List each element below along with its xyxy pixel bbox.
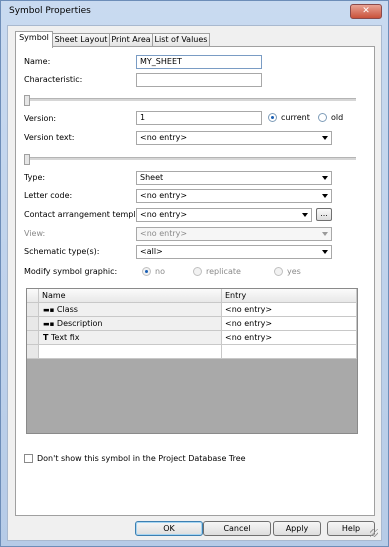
attribute-icon: ▬▪ <box>43 320 55 328</box>
dialog-window: Symbol Properties ✕ Symbol Sheet Layout … <box>0 0 389 547</box>
hide-in-tree-checkbox[interactable] <box>24 454 33 463</box>
modify-yes-label: yes <box>287 267 301 276</box>
table-row[interactable]: ▬▪ Class <no entry> <box>27 303 357 317</box>
table-row[interactable]: T Text fix <no entry> <box>27 331 357 345</box>
name-label: Name: <box>24 57 51 66</box>
separator-slider-2[interactable] <box>24 154 356 165</box>
row-name-cell[interactable]: T Text fix <box>39 331 222 345</box>
version-current-radio[interactable] <box>268 113 277 122</box>
row-name-text: Class <box>56 305 78 314</box>
dialog-client-area: Symbol Sheet Layout Print Area List of V… <box>7 25 382 541</box>
text-icon: T <box>43 333 49 342</box>
grid-corner-cell <box>27 289 39 303</box>
version-field[interactable]: 1 <box>136 111 262 125</box>
row-name-cell[interactable]: ▬▪ Class <box>39 303 222 317</box>
tab-print-area[interactable]: Print Area <box>109 33 153 47</box>
resize-grip-icon[interactable] <box>370 529 378 537</box>
slider-thumb-2[interactable] <box>24 154 30 165</box>
row-entry-cell[interactable]: <no entry> <box>222 303 357 317</box>
schematic-types-dropdown[interactable]: <all> <box>136 245 332 259</box>
row-selector[interactable] <box>27 303 39 317</box>
letter-code-value: <no entry> <box>140 191 188 200</box>
browse-template-button[interactable]: ... <box>316 208 332 221</box>
type-value: Sheet <box>140 173 164 182</box>
title-bar[interactable]: Symbol Properties ✕ <box>1 1 388 21</box>
version-text-value: <no entry> <box>140 133 188 142</box>
ok-button[interactable]: OK <box>135 521 203 536</box>
view-dropdown[interactable]: <no entry> <box>136 227 332 241</box>
grid-header-row: Name Entry <box>27 289 357 303</box>
window-title: Symbol Properties <box>9 6 91 16</box>
table-row[interactable] <box>27 345 357 359</box>
close-button[interactable]: ✕ <box>350 4 382 19</box>
row-selector[interactable] <box>27 345 39 359</box>
column-header-name[interactable]: Name <box>39 289 222 303</box>
version-current-label: current <box>281 113 310 122</box>
row-entry-cell[interactable]: <no entry> <box>222 331 357 345</box>
hide-in-tree-label: Don't show this symbol in the Project Da… <box>37 454 246 463</box>
properties-grid[interactable]: Name Entry ▬▪ Class <no entry> ▬▪ Descri… <box>26 288 358 434</box>
contact-template-value: <no entry> <box>140 210 188 219</box>
chevron-down-icon <box>322 194 328 198</box>
modify-graphic-label: Modify symbol graphic: <box>24 267 118 276</box>
modify-yes-radio[interactable] <box>274 267 283 276</box>
type-dropdown[interactable]: Sheet <box>136 171 332 185</box>
tab-list-of-values[interactable]: List of Values <box>152 33 210 47</box>
version-label: Version: <box>24 114 57 123</box>
view-value: <no entry> <box>140 229 188 238</box>
characteristic-label: Characteristic: <box>24 75 83 84</box>
tab-sheet-layout[interactable]: Sheet Layout <box>52 33 110 47</box>
row-entry-cell[interactable]: <no entry> <box>222 317 357 331</box>
modify-replicate-label: replicate <box>206 267 241 276</box>
modify-replicate-radio[interactable] <box>193 267 202 276</box>
column-header-entry[interactable]: Entry <box>222 289 357 303</box>
row-name-cell[interactable]: ▬▪ Description <box>39 317 222 331</box>
version-old-radio[interactable] <box>318 113 327 122</box>
row-name-text: Description <box>56 319 103 328</box>
modify-no-radio[interactable] <box>142 267 151 276</box>
table-row[interactable]: ▬▪ Description <no entry> <box>27 317 357 331</box>
separator-slider-1[interactable] <box>24 95 356 106</box>
version-text-label: Version text: <box>24 133 75 142</box>
version-text-dropdown[interactable]: <no entry> <box>136 131 332 145</box>
schematic-types-value: <all> <box>140 247 163 256</box>
symbol-tab-panel: Name: MY_SHEET Characteristic: Version: … <box>15 46 375 516</box>
help-button[interactable]: Help <box>327 521 375 536</box>
chevron-down-icon <box>322 250 328 254</box>
cancel-button[interactable]: Cancel <box>203 521 271 536</box>
schematic-types-label: Schematic type(s): <box>24 247 100 256</box>
chevron-down-icon <box>302 213 308 217</box>
type-label: Type: <box>24 173 46 182</box>
row-selector[interactable] <box>27 317 39 331</box>
apply-button[interactable]: Apply <box>273 521 321 536</box>
row-selector[interactable] <box>27 331 39 345</box>
letter-code-label: Letter code: <box>24 191 73 200</box>
chevron-down-icon <box>322 136 328 140</box>
tab-symbol[interactable]: Symbol <box>15 31 53 48</box>
view-label: View: <box>24 229 46 238</box>
chevron-down-icon <box>322 232 328 236</box>
name-field[interactable]: MY_SHEET <box>136 55 262 69</box>
contact-template-dropdown[interactable]: <no entry> <box>136 208 312 222</box>
row-entry-cell[interactable] <box>222 345 357 359</box>
version-old-label: old <box>331 113 344 122</box>
chevron-down-icon <box>322 176 328 180</box>
row-name-cell[interactable] <box>39 345 222 359</box>
slider-thumb-1[interactable] <box>24 95 30 106</box>
characteristic-field[interactable] <box>136 73 262 87</box>
row-name-text: Text fix <box>51 333 80 342</box>
modify-no-label: no <box>155 267 165 276</box>
contact-template-label: Contact arrangement template: <box>24 210 152 219</box>
attribute-icon: ▬▪ <box>43 306 55 314</box>
letter-code-dropdown[interactable]: <no entry> <box>136 189 332 203</box>
